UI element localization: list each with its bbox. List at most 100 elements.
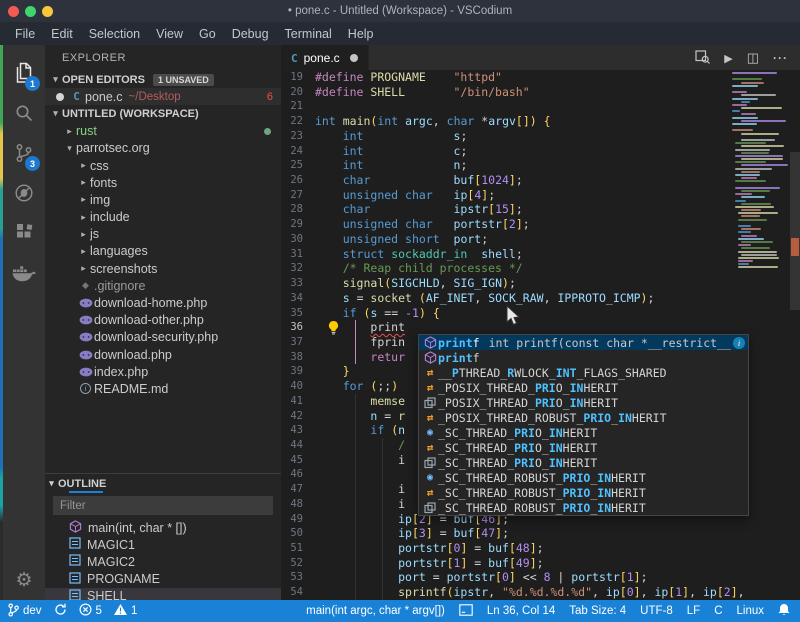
outline-item-main-int-char[interactable]: main(int, char * []) bbox=[45, 519, 281, 536]
code-line[interactable]: 51 portstr[0] = buf[48]; bbox=[281, 541, 800, 556]
tree-item-download-php[interactable]: download.php bbox=[45, 346, 281, 363]
status-panel-toggle[interactable] bbox=[459, 604, 473, 619]
status-warnings[interactable]: 1 bbox=[114, 604, 137, 618]
menu-edit[interactable]: Edit bbox=[44, 25, 80, 43]
suggestion-printf[interactable]: printfint printf(const char *__restrict_… bbox=[419, 335, 748, 350]
activity-debug[interactable] bbox=[3, 175, 45, 215]
tree-item-download-security-php[interactable]: download-security.php bbox=[45, 329, 281, 346]
tree-item-img[interactable]: ▸img bbox=[45, 191, 281, 208]
code-line[interactable]: 30 unsigned short port; bbox=[281, 232, 800, 247]
suggestion-sc-thread-robust-prio-inherit[interactable]: ◉_SC_THREAD_ROBUST_PRIO_INHERIT bbox=[419, 470, 748, 485]
menu-file[interactable]: File bbox=[8, 25, 42, 43]
minimize-window-button[interactable] bbox=[42, 6, 53, 17]
tree-item-readme-md[interactable]: iREADME.md bbox=[45, 380, 281, 397]
menu-terminal[interactable]: Terminal bbox=[278, 25, 339, 43]
suggestion-pthread-rwlock-int-flags-shared[interactable]: ⇄__PTHREAD_RWLOCK_INT_FLAGS_SHARED bbox=[419, 365, 748, 380]
status-sync[interactable] bbox=[54, 603, 67, 619]
code-line[interactable]: 34 s = socket (AF_INET, SOCK_RAW, IPPROT… bbox=[281, 291, 800, 306]
tree-item-js[interactable]: ▸js bbox=[45, 226, 281, 243]
suggestion-posix-thread-robust-prio-inherit[interactable]: ⇄_POSIX_THREAD_ROBUST_PRIO_INHERIT bbox=[419, 410, 748, 425]
menu-view[interactable]: View bbox=[149, 25, 190, 43]
status-git-branch[interactable]: dev bbox=[8, 603, 42, 620]
info-icon[interactable]: i bbox=[733, 337, 745, 349]
outline-item-shell[interactable]: SHELL bbox=[45, 588, 281, 600]
code-line[interactable]: 33 signal(SIGCHLD, SIG_IGN); bbox=[281, 276, 800, 291]
status-errors[interactable]: 5 bbox=[79, 603, 102, 619]
editor-scrollbar[interactable] bbox=[790, 70, 800, 600]
outline-header[interactable]: ▾ OUTLINE bbox=[45, 474, 281, 493]
status-eol[interactable]: LF bbox=[687, 605, 700, 617]
code-line[interactable]: 28 char ipstr[15]; bbox=[281, 202, 800, 217]
status-os[interactable]: Linux bbox=[737, 605, 765, 617]
tree-item-index-php[interactable]: index.php bbox=[45, 363, 281, 380]
status-cursor-position[interactable]: Ln 36, Col 14 bbox=[487, 605, 555, 617]
tree-item-untitled-workspace[interactable]: ▾UNTITLED (WORKSPACE) bbox=[45, 105, 281, 122]
suggestion-sc-thread-robust-prio-inherit[interactable]: _SC_THREAD_ROBUST_PRIO_INHERIT bbox=[419, 500, 748, 515]
split-editor-icon[interactable]: ◫ bbox=[747, 50, 759, 66]
outline-item-magic2[interactable]: MAGIC2 bbox=[45, 553, 281, 570]
activity-manage[interactable]: ⚙ bbox=[3, 569, 45, 592]
suggestion-posix-thread-prio-inherit[interactable]: _POSIX_THREAD_PRIO_INHERIT bbox=[419, 395, 748, 410]
code-line[interactable]: 25 int n; bbox=[281, 158, 800, 173]
menu-selection[interactable]: Selection bbox=[82, 25, 147, 43]
maximize-window-button[interactable] bbox=[25, 6, 36, 17]
code-line[interactable]: 53 port = portstr[0] << 8 | portstr[1]; bbox=[281, 570, 800, 585]
menu-help[interactable]: Help bbox=[341, 25, 381, 43]
activity-explorer[interactable]: 1 bbox=[3, 55, 45, 95]
status-notifications[interactable] bbox=[778, 603, 790, 620]
tree-item-rust[interactable]: ▸rust bbox=[45, 123, 281, 140]
scrollbar-slider[interactable] bbox=[790, 152, 800, 310]
code-line[interactable]: 22int main(int argc, char *argv[]) { bbox=[281, 114, 800, 129]
tab-pone-c[interactable]: C pone.c bbox=[281, 45, 369, 70]
outline-item-magic1[interactable]: MAGIC1 bbox=[45, 536, 281, 553]
tree-item-css[interactable]: ▸css bbox=[45, 157, 281, 174]
tree-item-gitignore[interactable]: ◆.gitignore bbox=[45, 277, 281, 294]
tree-item-include[interactable]: ▸include bbox=[45, 209, 281, 226]
tree-item-parrotsec-org[interactable]: ▾parrotsec.org bbox=[45, 140, 281, 157]
run-file-icon[interactable]: ▶ bbox=[724, 51, 732, 65]
code-line[interactable]: 19#define PROGNAME "httpd" bbox=[281, 70, 800, 85]
tree-item-open-editors[interactable]: ▾OPEN EDITORS1 UNSAVED bbox=[45, 71, 281, 88]
close-window-button[interactable] bbox=[8, 6, 19, 17]
code-line[interactable]: 27 unsigned char ip[4]; bbox=[281, 188, 800, 203]
code-line[interactable]: 32 /* Reap child processes */ bbox=[281, 261, 800, 276]
code-line[interactable]: 52 portstr[1] = buf[49]; bbox=[281, 556, 800, 571]
tree-item-screenshots[interactable]: ▸screenshots bbox=[45, 260, 281, 277]
code-line[interactable]: 24 int c; bbox=[281, 144, 800, 159]
tree-item-download-home-php[interactable]: download-home.php bbox=[45, 294, 281, 311]
code-line[interactable]: 20#define SHELL "/bin/bash" bbox=[281, 85, 800, 100]
lightbulb-icon[interactable] bbox=[328, 321, 339, 340]
status-language-mode[interactable]: C bbox=[714, 605, 722, 617]
suggestion-sc-thread-prio-inherit[interactable]: ⇄_SC_THREAD_PRIO_INHERIT bbox=[419, 440, 748, 455]
outline-filter-input[interactable] bbox=[53, 496, 273, 515]
status-encoding[interactable]: UTF-8 bbox=[640, 605, 673, 617]
tree-item-download-other-php[interactable]: download-other.php bbox=[45, 312, 281, 329]
code-line[interactable]: 54 sprintf(ipstr, "%d.%d.%d.%d", ip[0], … bbox=[281, 585, 800, 600]
suggestion-printf[interactable]: printf bbox=[419, 350, 748, 365]
tree-item-languages[interactable]: ▸languages bbox=[45, 243, 281, 260]
activity-search[interactable] bbox=[3, 95, 45, 135]
tree-item-fonts[interactable]: ▸fonts bbox=[45, 174, 281, 191]
open-preview-icon[interactable] bbox=[695, 49, 710, 67]
menu-go[interactable]: Go bbox=[192, 25, 223, 43]
suggestion-sc-thread-prio-inherit[interactable]: ◉_SC_THREAD_PRIO_INHERIT bbox=[419, 425, 748, 440]
tree-item-pone-c[interactable]: Cpone.c~/Desktop6 bbox=[45, 88, 281, 105]
status-current-symbol[interactable]: main(int argc, char * argv[]) bbox=[306, 605, 445, 617]
code-line[interactable]: 35 if (s == -1) { bbox=[281, 306, 800, 321]
suggestion-posix-thread-prio-inherit[interactable]: ⇄_POSIX_THREAD_PRIO_INHERIT bbox=[419, 380, 748, 395]
code-line[interactable]: 36 print bbox=[281, 320, 800, 335]
code-line[interactable]: 50 ip[3] = buf[47]; bbox=[281, 526, 800, 541]
menu-debug[interactable]: Debug bbox=[225, 25, 276, 43]
code-line[interactable]: 31 struct sockaddr_in shell; bbox=[281, 247, 800, 262]
activity-docker[interactable] bbox=[3, 255, 45, 295]
activity-extensions[interactable] bbox=[3, 215, 45, 255]
code-line[interactable]: 29 unsigned char portstr[2]; bbox=[281, 217, 800, 232]
activity-source-control[interactable]: 3 bbox=[3, 135, 45, 175]
outline-item-progname[interactable]: PROGNAME bbox=[45, 571, 281, 588]
status-indentation[interactable]: Tab Size: 4 bbox=[569, 605, 626, 617]
suggestion-sc-thread-prio-inherit[interactable]: _SC_THREAD_PRIO_INHERIT bbox=[419, 455, 748, 470]
code-line[interactable]: 26 char buf[1024]; bbox=[281, 173, 800, 188]
more-actions-icon[interactable]: ··· bbox=[773, 51, 788, 65]
suggestion-sc-thread-robust-prio-inherit[interactable]: ⇄_SC_THREAD_ROBUST_PRIO_INHERIT bbox=[419, 485, 748, 500]
code-line[interactable]: 23 int s; bbox=[281, 129, 800, 144]
